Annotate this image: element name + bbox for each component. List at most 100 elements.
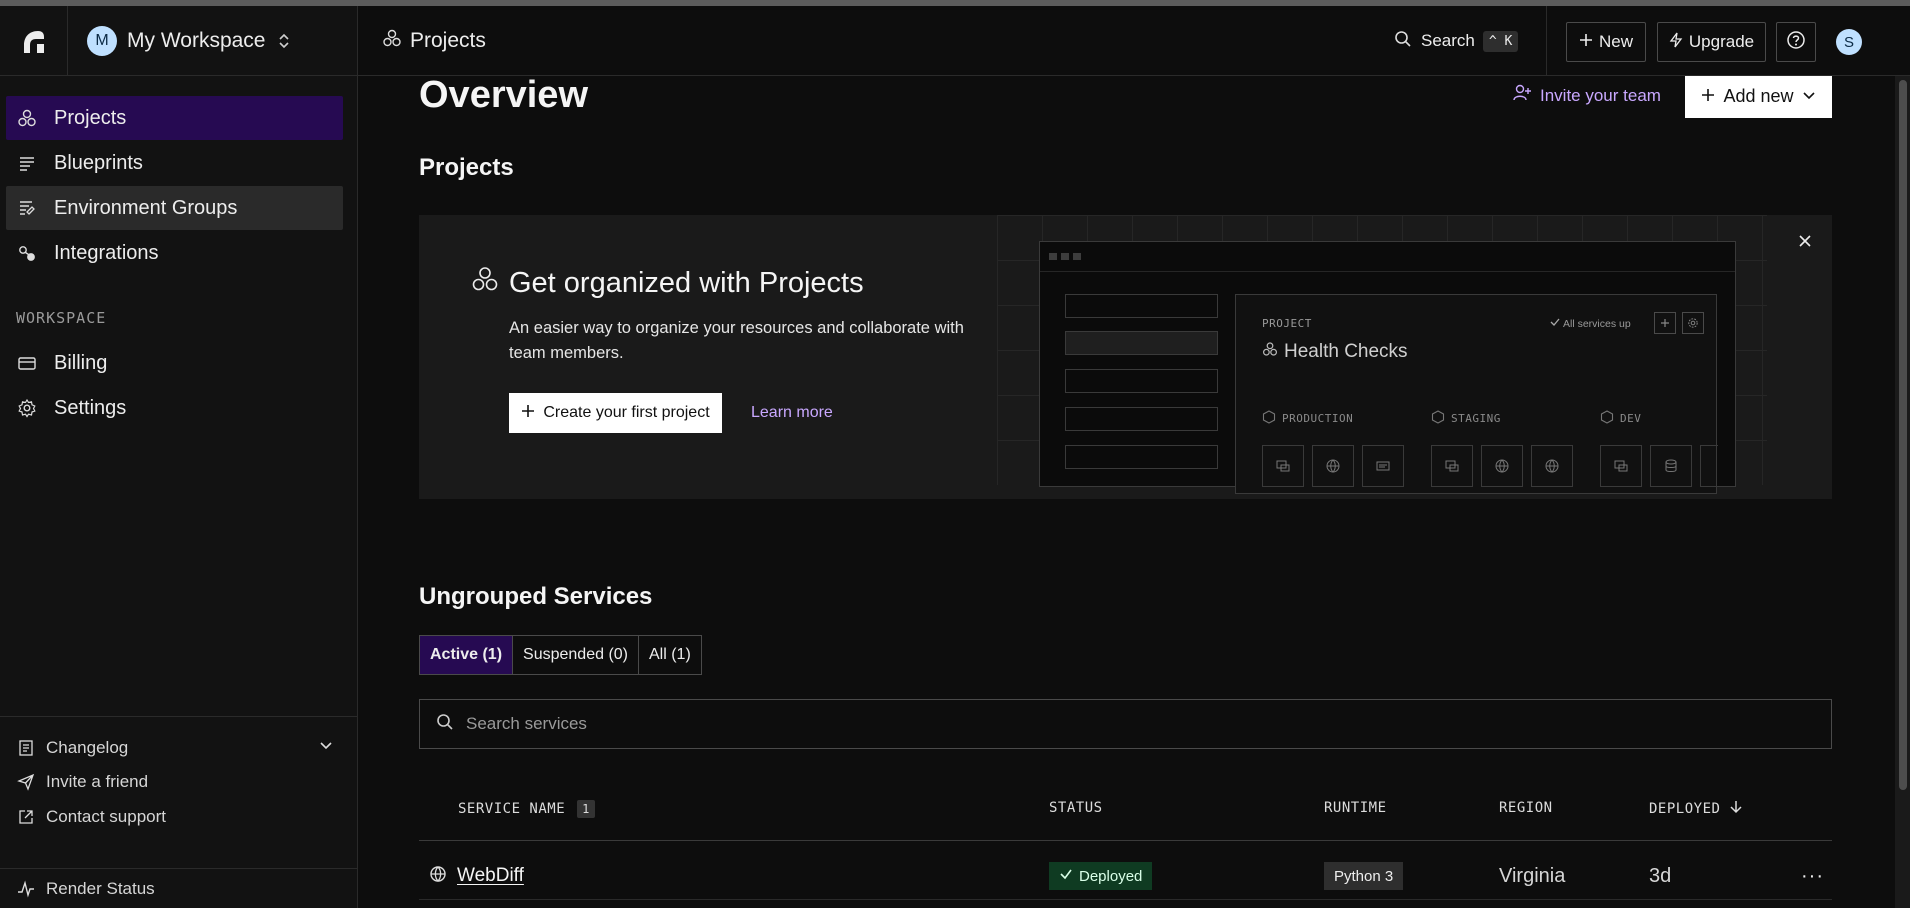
help-button[interactable]	[1776, 22, 1816, 62]
table-header-divider	[419, 840, 1832, 841]
sidebar-item-environment-groups[interactable]: Environment Groups	[6, 186, 343, 230]
illustration-side-item	[1065, 331, 1218, 355]
lightning-icon	[1669, 32, 1683, 53]
globe-icon	[429, 865, 447, 888]
hexagon-icon	[1600, 410, 1614, 427]
column-header-region[interactable]: REGION	[1499, 800, 1553, 816]
global-search-button[interactable]: Search ^ K	[1394, 26, 1519, 56]
plus-icon	[1701, 86, 1715, 107]
workspace-name: My Workspace	[127, 28, 266, 52]
banner-title: Get organized with Projects	[471, 265, 864, 301]
deployed-cell: 3d	[1649, 856, 1671, 896]
hexagon-icon	[1262, 410, 1276, 427]
service-name-cell: WebDiff	[429, 856, 524, 896]
banner-illustration: PROJECT Health Checks All services up PR…	[997, 215, 1767, 494]
workspace-switcher[interactable]: M My Workspace	[68, 6, 358, 76]
column-header-label: SERVICE NAME	[458, 801, 566, 817]
column-header-service-name[interactable]: SERVICE NAME 1	[458, 800, 595, 818]
billing-icon	[16, 352, 38, 374]
database-icon	[1650, 445, 1692, 487]
env-label: PRODUCTION	[1282, 412, 1354, 425]
upgrade-label: Upgrade	[1688, 32, 1755, 51]
projects-icon	[16, 107, 38, 129]
service-link[interactable]: WebDiff	[457, 865, 524, 887]
column-header-status[interactable]: STATUS	[1049, 800, 1103, 816]
add-new-button[interactable]: Add new	[1685, 76, 1832, 118]
globe-icon	[1531, 445, 1573, 487]
chevron-down-icon	[1802, 86, 1816, 107]
sidebar-item-settings[interactable]: Settings	[6, 386, 343, 430]
new-button[interactable]: New	[1566, 22, 1646, 62]
tab-suspended[interactable]: Suspended (0)	[513, 636, 639, 674]
server-icon	[1600, 445, 1642, 487]
sidebar-item-blueprints[interactable]: Blueprints	[6, 141, 343, 185]
contact-support-link[interactable]: Contact support	[16, 807, 166, 827]
terminal-icon	[1362, 445, 1404, 487]
invite-team-label: Invite your team	[1540, 85, 1661, 105]
projects-icon	[471, 265, 499, 301]
service-search	[419, 699, 1832, 749]
plus-icon	[1579, 32, 1593, 52]
changelog-toggle[interactable]: Changelog	[16, 737, 334, 758]
search-shortcut: ^ K	[1482, 30, 1519, 52]
search-label: Search	[1421, 31, 1475, 50]
window-dot	[1049, 253, 1057, 260]
render-status-link[interactable]: Render Status	[16, 879, 155, 899]
render-logo[interactable]	[0, 6, 68, 76]
service-search-input[interactable]	[466, 714, 1766, 734]
divider	[0, 868, 358, 869]
region-cell: Virginia	[1499, 856, 1565, 896]
create-first-project-button[interactable]: Create your first project	[509, 393, 722, 433]
breadcrumb: Projects	[382, 6, 486, 76]
check-icon	[1550, 317, 1560, 330]
learn-more-link[interactable]: Learn more	[751, 404, 833, 422]
sidebar-item-integrations[interactable]: Integrations	[6, 231, 343, 275]
invite-friend-label: Invite a friend	[46, 772, 149, 791]
deployed-value: 3d	[1649, 864, 1672, 887]
main-content: Overview Invite your team Add new Projec…	[359, 76, 1895, 908]
invite-team-link[interactable]: Invite your team	[1512, 83, 1661, 108]
sidebar-item-projects[interactable]: Projects	[6, 96, 343, 140]
column-header-runtime[interactable]: RUNTIME	[1324, 800, 1387, 816]
tile-edge	[1700, 445, 1718, 487]
blueprints-icon	[16, 152, 38, 174]
upgrade-button[interactable]: Upgrade	[1657, 22, 1766, 62]
illustration-project-name: Health Checks	[1284, 341, 1408, 362]
env-groups-icon	[16, 197, 38, 219]
invite-friend-link[interactable]: Invite a friend	[16, 772, 148, 792]
user-avatar[interactable]: S	[1836, 29, 1862, 55]
gear-icon	[1682, 312, 1704, 334]
illustration-env-staging: STAGING	[1431, 410, 1501, 427]
scrollbar-thumb[interactable]	[1899, 80, 1907, 790]
server-icon	[1262, 445, 1304, 487]
tab-active[interactable]: Active (1)	[420, 636, 514, 674]
illustration-project-title: Health Checks	[1262, 341, 1408, 363]
plus-icon	[1654, 312, 1676, 334]
banner-title-text: Get organized with Projects	[509, 266, 864, 299]
send-icon	[16, 772, 36, 792]
workspace-avatar: M	[87, 25, 117, 56]
projects-icon	[1262, 341, 1278, 363]
banner-close-button[interactable]	[1795, 233, 1815, 253]
changelog-label: Changelog	[46, 737, 129, 757]
service-count-badge: 1	[577, 800, 595, 818]
banner-description: An easier way to organize your resources…	[509, 319, 964, 362]
more-options-button[interactable]: ···	[1801, 865, 1824, 888]
plus-icon	[521, 404, 535, 423]
add-user-icon	[1512, 83, 1532, 108]
top-bar: Projects Search ^ K New Upgrade S	[358, 6, 1910, 76]
tab-all[interactable]: All (1)	[639, 636, 701, 674]
projects-icon	[382, 28, 402, 54]
globe-icon	[1312, 445, 1354, 487]
status-cell: Deployed	[1049, 856, 1153, 896]
sidebar: M My Workspace Projects Blueprints Envir…	[0, 6, 358, 908]
column-header-deployed[interactable]: DEPLOYED	[1649, 800, 1742, 818]
integrations-icon	[16, 242, 38, 264]
sidebar-item-label: Projects	[54, 106, 127, 129]
row-divider	[419, 899, 1832, 900]
sidebar-item-billing[interactable]: Billing	[6, 341, 343, 385]
illustration-window: PROJECT Health Checks All services up PR…	[1039, 241, 1736, 494]
sidebar-item-label: Integrations	[54, 241, 159, 264]
illustration-side-item	[1065, 294, 1218, 318]
breadcrumb-label: Projects	[410, 29, 486, 52]
